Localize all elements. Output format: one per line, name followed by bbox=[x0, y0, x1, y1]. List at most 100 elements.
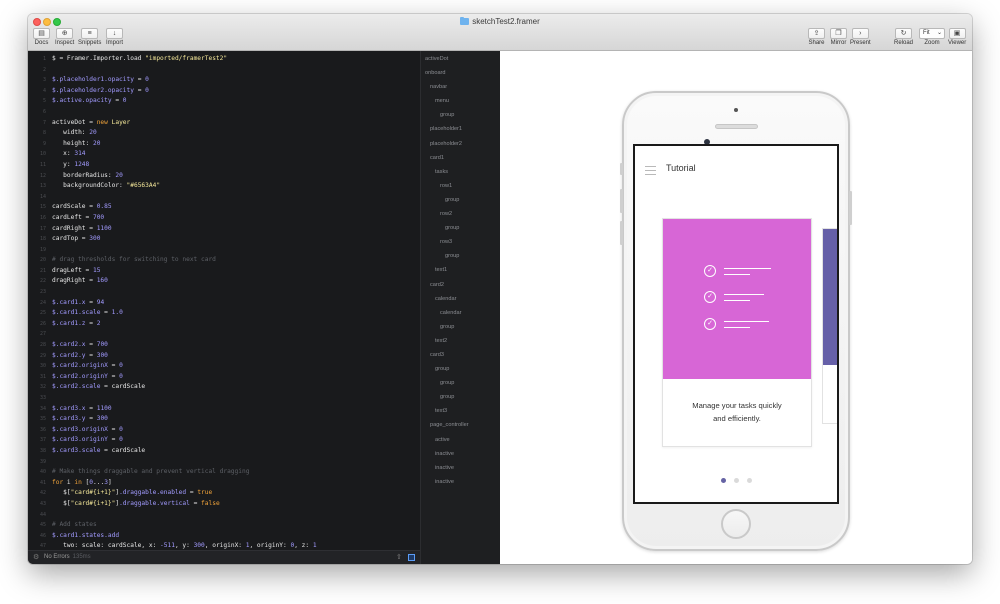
layer-item[interactable]: text2 bbox=[421, 334, 500, 348]
code-line[interactable]: 14 bbox=[28, 192, 420, 203]
code-line[interactable]: 22 dragRight = 160 bbox=[28, 276, 420, 287]
code-line[interactable]: 20 # drag thresholds for switching to nex… bbox=[28, 255, 420, 266]
zoom-select[interactable]: Fit ⌄ bbox=[919, 28, 945, 39]
layer-item[interactable]: group bbox=[421, 221, 500, 235]
layer-item[interactable]: menu bbox=[421, 94, 500, 108]
code-line[interactable]: 7 activeDot = new Layer bbox=[28, 118, 420, 129]
layer-item[interactable]: inactive bbox=[421, 447, 500, 461]
docs-button[interactable]: ▤ Docs bbox=[33, 28, 50, 46]
code-line[interactable]: 2 bbox=[28, 65, 420, 76]
layer-item[interactable]: group bbox=[421, 249, 500, 263]
code-line[interactable]: 30 $.card2.originX = 0 bbox=[28, 361, 420, 372]
code-line[interactable]: 40 # Make things draggable and prevent ve… bbox=[28, 467, 420, 478]
layer-item[interactable]: row3 bbox=[421, 235, 500, 249]
layer-item[interactable]: row1 bbox=[421, 179, 500, 193]
reload-button[interactable]: ↻ Reload bbox=[894, 28, 913, 46]
layer-item[interactable]: row2 bbox=[421, 207, 500, 221]
page-dot[interactable] bbox=[733, 478, 739, 483]
code-line[interactable]: 1 $ = Framer.Importer.load "imported/fram… bbox=[28, 54, 420, 65]
share-button[interactable]: ⇪ Share bbox=[808, 28, 825, 46]
code-line[interactable]: 28 $.card2.x = 700 bbox=[28, 340, 420, 351]
import-button[interactable]: ↓ Import bbox=[106, 28, 123, 46]
layer-item[interactable]: text3 bbox=[421, 404, 500, 418]
code-line[interactable]: 8 width: 20 bbox=[28, 128, 420, 139]
code-line[interactable]: 15 cardScale = 0.85 bbox=[28, 202, 420, 213]
layer-item[interactable]: inactive bbox=[421, 461, 500, 475]
code-line[interactable]: 9 height: 20 bbox=[28, 139, 420, 150]
layer-item[interactable]: card2 bbox=[421, 278, 500, 292]
code-line[interactable]: 11 y: 1248 bbox=[28, 160, 420, 171]
layer-item[interactable]: placeholder1 bbox=[421, 122, 500, 136]
code-line[interactable]: 13 backgroundColor: "#6563A4" bbox=[28, 181, 420, 192]
layer-item[interactable]: calendar bbox=[421, 292, 500, 306]
layer-item[interactable]: group bbox=[421, 193, 500, 207]
tasks-card[interactable]: ✓ ✓ ✓ Manage your tasks quickly and effi… bbox=[662, 218, 812, 447]
code-line[interactable]: 21 dragLeft = 15 bbox=[28, 266, 420, 277]
code-line[interactable]: 25 $.card1.scale = 1.0 bbox=[28, 308, 420, 319]
code-line[interactable]: 19 bbox=[28, 245, 420, 256]
code-line[interactable]: 45 # Add states bbox=[28, 520, 420, 531]
layer-item[interactable]: inactive bbox=[421, 475, 500, 489]
layer-item[interactable]: group bbox=[421, 362, 500, 376]
layer-item[interactable]: activeDot bbox=[421, 52, 500, 66]
layer-item[interactable]: card1 bbox=[421, 151, 500, 165]
code-line[interactable]: 10 x: 314 bbox=[28, 149, 420, 160]
code-line[interactable]: 6 bbox=[28, 107, 420, 118]
page-dot-active[interactable] bbox=[720, 478, 726, 483]
code-line[interactable]: 17 cardRight = 1100 bbox=[28, 224, 420, 235]
layer-item[interactable]: text1 bbox=[421, 263, 500, 277]
code-line[interactable]: 41 for i in [0...3] bbox=[28, 478, 420, 489]
code-line[interactable]: 46 $.card1.states.add bbox=[28, 531, 420, 542]
code-line[interactable]: 26 $.card1.z = 2 bbox=[28, 319, 420, 330]
upload-icon[interactable]: ⇧ bbox=[396, 551, 403, 561]
code-line[interactable]: 3 $.placeholder1.opacity = 0 bbox=[28, 75, 420, 86]
code-line[interactable]: 37 $.card3.originY = 0 bbox=[28, 435, 420, 446]
code-editor[interactable]: 1 $ = Framer.Importer.load "imported/fram… bbox=[28, 51, 420, 564]
code-line[interactable]: 4 $.placeholder2.opacity = 0 bbox=[28, 86, 420, 97]
page-indicator[interactable] bbox=[635, 478, 837, 483]
code-line[interactable]: 18 cardTop = 300 bbox=[28, 234, 420, 245]
code-line[interactable]: 23 bbox=[28, 287, 420, 298]
device-screen[interactable]: Tutorial ✓ ✓ ✓ Manage your tasks quickly… bbox=[633, 144, 839, 504]
code-line[interactable]: 16 cardLeft = 700 bbox=[28, 213, 420, 224]
layer-item[interactable]: calendar bbox=[421, 306, 500, 320]
next-card[interactable] bbox=[822, 228, 837, 424]
code-line[interactable]: 5 $.active.opacity = 0 bbox=[28, 96, 420, 107]
code-line[interactable]: 29 $.card2.y = 300 bbox=[28, 351, 420, 362]
code-line[interactable]: 43 $["card#{i+1}"].draggable.vertical = … bbox=[28, 499, 420, 510]
code-line[interactable]: 34 $.card3.x = 1100 bbox=[28, 404, 420, 415]
inspect-button[interactable]: ⊕ Inspect bbox=[55, 28, 74, 46]
layer-item[interactable]: card3 bbox=[421, 348, 500, 362]
zoom-control[interactable]: Fit ⌄ Zoom bbox=[919, 28, 945, 46]
layer-item[interactable]: navbar bbox=[421, 80, 500, 94]
panel-toggle-icon[interactable] bbox=[408, 554, 415, 561]
layer-item[interactable]: onboard bbox=[421, 66, 500, 80]
code-line[interactable]: 39 bbox=[28, 457, 420, 468]
code-lines[interactable]: 1 $ = Framer.Importer.load "imported/fram… bbox=[28, 54, 420, 552]
present-button[interactable]: › Present bbox=[850, 28, 871, 46]
code-line[interactable]: 31 $.card2.originY = 0 bbox=[28, 372, 420, 383]
home-button[interactable] bbox=[721, 509, 751, 539]
layer-item[interactable]: active bbox=[421, 433, 500, 447]
layer-item[interactable]: tasks bbox=[421, 165, 500, 179]
code-line[interactable]: 44 bbox=[28, 510, 420, 521]
layer-item[interactable]: group bbox=[421, 376, 500, 390]
code-line[interactable]: 33 bbox=[28, 393, 420, 404]
hamburger-menu-icon[interactable] bbox=[645, 166, 656, 175]
layer-item[interactable]: group bbox=[421, 320, 500, 334]
code-line[interactable]: 12 borderRadius: 20 bbox=[28, 171, 420, 182]
code-line[interactable]: 24 $.card1.x = 94 bbox=[28, 298, 420, 309]
page-dot[interactable] bbox=[746, 478, 752, 483]
viewer-button[interactable]: ▣ Viewer bbox=[948, 28, 966, 46]
code-line[interactable]: 38 $.card3.scale = cardScale bbox=[28, 446, 420, 457]
layer-item[interactable]: page_controller bbox=[421, 418, 500, 432]
code-line[interactable]: 36 $.card3.originX = 0 bbox=[28, 425, 420, 436]
code-line[interactable]: 35 $.card3.y = 300 bbox=[28, 414, 420, 425]
code-line[interactable]: 27 bbox=[28, 329, 420, 340]
code-line[interactable]: 32 $.card2.scale = cardScale bbox=[28, 382, 420, 393]
mirror-button[interactable]: ❐ Mirror bbox=[830, 28, 847, 46]
layer-item[interactable]: placeholder2 bbox=[421, 137, 500, 151]
gear-icon[interactable]: ⚙ bbox=[33, 551, 39, 564]
snippets-button[interactable]: ≡ Snippets bbox=[78, 28, 101, 46]
layer-item[interactable]: group bbox=[421, 390, 500, 404]
